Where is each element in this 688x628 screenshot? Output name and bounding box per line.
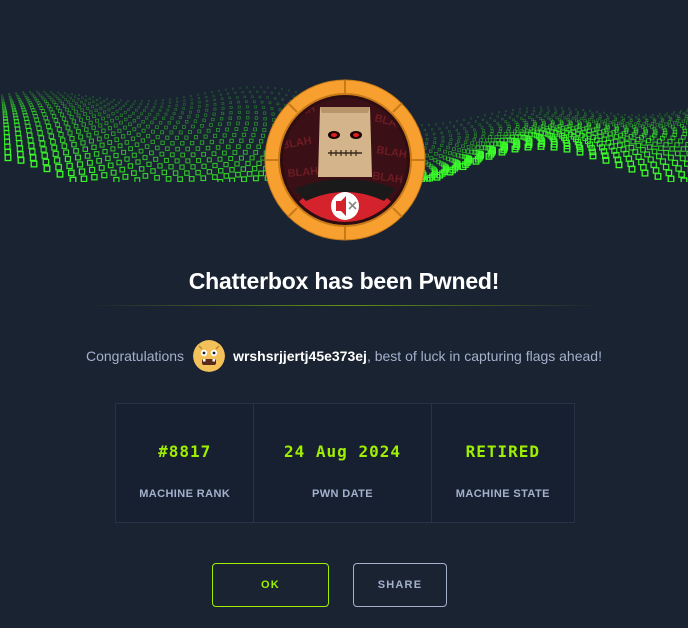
stat-machine-state: RETIRED MACHINE STATE: [432, 404, 574, 522]
username-link[interactable]: wrshsrjjertj45e373ej: [233, 348, 367, 364]
machine-avatar: BLAH BLAH BLAH BLAH BLAH BLAH: [264, 79, 426, 241]
pwned-modal: BLAH BLAH BLAH BLAH BLAH BLAH: [0, 0, 688, 628]
congrats-prefix: Congratulations: [86, 348, 185, 364]
machine-rank-label: MACHINE RANK: [139, 488, 231, 500]
congrats-suffix: , best of luck in capturing flags ahead!: [366, 348, 602, 364]
stats-panel: #8817 MACHINE RANK 24 Aug 2024 PWN DATE …: [115, 403, 575, 523]
user-avatar[interactable]: [193, 340, 226, 372]
pwn-date-value: 24 Aug 2024: [284, 442, 401, 461]
machine-state-label: MACHINE STATE: [455, 488, 550, 500]
machine-rank-value: #8817: [158, 442, 212, 461]
stat-machine-rank: #8817 MACHINE RANK: [116, 404, 255, 522]
machine-state-value: RETIRED: [465, 442, 541, 461]
page-title: Chatterbox has been Pwned!: [188, 268, 500, 294]
share-button[interactable]: SHARE: [353, 563, 447, 607]
ok-button[interactable]: OK: [212, 563, 329, 607]
title-divider: [89, 305, 599, 306]
stat-pwn-date: 24 Aug 2024 PWN DATE: [254, 404, 432, 522]
congratulations-message: Congratulations wrshsrjjertj45e373ej , b…: [0, 339, 688, 373]
pwn-date-label: PWN DATE: [311, 488, 374, 500]
